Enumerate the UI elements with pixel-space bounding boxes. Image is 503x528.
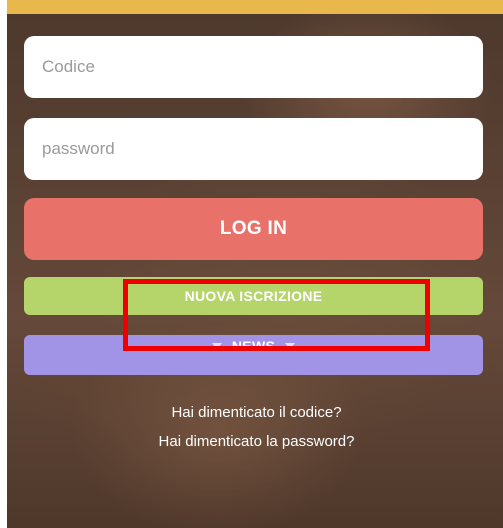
forgot-code-link[interactable]: Hai dimenticato il codice? [0, 404, 503, 421]
news-button[interactable]: NEWS [24, 335, 483, 375]
chevron-down-icon [285, 343, 296, 349]
login-screen: LOG IN NUOVA ISCRIZIONE NEWS Hai dimenti… [0, 0, 503, 528]
login-button[interactable]: LOG IN [24, 198, 483, 260]
new-registration-button[interactable]: NUOVA ISCRIZIONE [24, 277, 483, 315]
code-input[interactable] [24, 36, 483, 98]
news-button-content: NEWS [211, 338, 296, 354]
news-button-label: NEWS [231, 338, 276, 354]
chevron-down-icon [211, 343, 222, 349]
forgot-password-link[interactable]: Hai dimenticato la password? [0, 433, 503, 450]
password-input[interactable] [24, 118, 483, 180]
top-accent-bar [7, 0, 503, 14]
